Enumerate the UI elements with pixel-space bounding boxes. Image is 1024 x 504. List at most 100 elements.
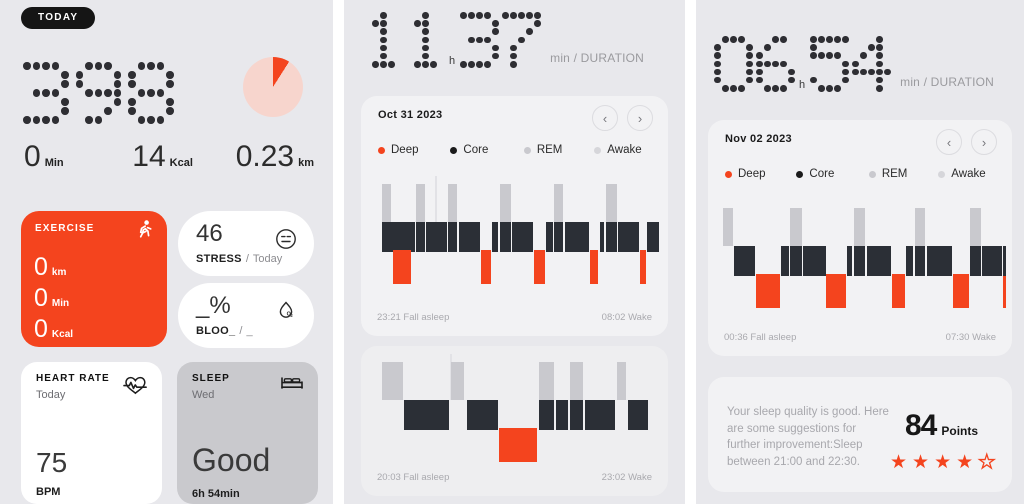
sleep-duration-a: h min / DURATION bbox=[364, 12, 644, 69]
sleep-segment-deep bbox=[393, 250, 412, 284]
stress-label-row: STRESS / Today bbox=[196, 253, 282, 265]
metric-unit: Min bbox=[51, 298, 70, 309]
sleep-segment-rem bbox=[914, 208, 926, 246]
activity-ring-chart bbox=[243, 57, 303, 117]
stress-card[interactable]: 46 STRESS / Today bbox=[178, 211, 314, 276]
sleep-segment-core bbox=[545, 222, 554, 252]
stat-value: 0 bbox=[24, 140, 41, 173]
duration-hours bbox=[364, 12, 446, 69]
sleep-duration-b: h min / DURATION bbox=[714, 36, 994, 93]
sleep-panel-a: h min / DURATION Oct 31 2023 ‹ › Deep Cor… bbox=[344, 0, 685, 504]
duration-hours-unit: h bbox=[449, 55, 456, 68]
sleep-chart-nav-b: ‹ › bbox=[936, 129, 997, 155]
blood-oxygen-sub: _ bbox=[246, 325, 253, 337]
exercise-card[interactable]: EXERCISE 0 km 0 Min 0 Kcal bbox=[21, 211, 167, 347]
stat-unit: km bbox=[298, 157, 314, 169]
hypnogram-chart-a2 bbox=[373, 354, 673, 464]
sleep-summary-unit: 6h 54min bbox=[192, 488, 240, 500]
sleep-segment-rem bbox=[554, 184, 564, 222]
sleep-segment-core bbox=[426, 222, 448, 252]
blood-oxygen-card[interactable]: _% BLOO_ / _ O 2 bbox=[178, 283, 314, 348]
sleep-segment-core bbox=[803, 246, 826, 276]
heart-rate-card[interactable]: HEART RATE Today 75 BPM bbox=[21, 362, 162, 504]
sleep-segment-core bbox=[854, 246, 865, 276]
blood-oxygen-icon: O 2 bbox=[274, 299, 298, 328]
exercise-metrics: 0 km 0 Min 0 Kcal bbox=[34, 255, 73, 348]
sleep-chart-nav-a: ‹ › bbox=[592, 105, 653, 131]
dot-digit bbox=[502, 12, 542, 69]
sleep-segment-core bbox=[564, 222, 589, 252]
sleep-segment-rem bbox=[570, 362, 583, 400]
dot-digit bbox=[852, 36, 892, 93]
blood-oxygen-separator: / bbox=[239, 325, 243, 337]
legend-item-awake: Awake bbox=[938, 168, 997, 180]
sleep-segment-core bbox=[381, 222, 392, 252]
sleep-segment-core bbox=[618, 222, 640, 252]
panel-divider bbox=[333, 0, 344, 504]
fall-asleep-label-b: 00:36 Fall asleep bbox=[724, 332, 797, 343]
sleep-segment-core bbox=[927, 246, 953, 276]
sleep-summary-title: SLEEP bbox=[192, 373, 230, 384]
today-badge[interactable]: TODAY bbox=[21, 7, 96, 29]
sleep-segment-rem bbox=[539, 362, 554, 400]
sleep-segment-deep bbox=[480, 250, 492, 284]
sleep-segment-core bbox=[391, 222, 412, 252]
sleep-segment-rem bbox=[415, 184, 425, 222]
sleep-segment-rem bbox=[790, 208, 802, 246]
sleep-segment-core bbox=[969, 246, 982, 276]
stat-value: 14 bbox=[132, 140, 166, 173]
sleep-chart-card-a2: 20:03 Fall asleep 23:02 Wake bbox=[361, 346, 668, 496]
activity-stats-row: 0 Min 14 Kcal 0.23 km bbox=[24, 140, 314, 174]
blood-oxygen-label: BLOO_ bbox=[196, 325, 236, 337]
prev-day-button[interactable]: ‹ bbox=[936, 129, 962, 155]
neutral-face-icon bbox=[274, 227, 298, 256]
bed-icon bbox=[280, 374, 304, 397]
sleep-legend-b: Deep Core REM Awake bbox=[725, 168, 997, 180]
next-day-button[interactable]: › bbox=[627, 105, 653, 131]
star-filled-icon: ★ bbox=[934, 452, 952, 473]
sleep-segment-core bbox=[846, 246, 853, 276]
sleep-segment-core bbox=[600, 222, 605, 252]
legend-item-deep: Deep bbox=[725, 168, 796, 180]
sleep-segment-core bbox=[781, 246, 790, 276]
sleep-segment-core bbox=[500, 222, 511, 252]
legend-item-core: Core bbox=[796, 168, 868, 180]
legend-label: Core bbox=[809, 168, 835, 180]
sleep-segment-core bbox=[411, 222, 415, 252]
sleep-segment-rem bbox=[606, 184, 617, 222]
stat-kcal: 14 Kcal bbox=[132, 140, 235, 174]
sleep-segment-deep bbox=[640, 250, 647, 284]
sleep-segment-rem bbox=[617, 362, 626, 400]
sleep-segment-core bbox=[914, 246, 926, 276]
sleep-segment-core bbox=[1003, 246, 1006, 276]
heart-pulse-icon bbox=[123, 374, 148, 401]
legend-label: Core bbox=[463, 144, 489, 156]
stress-label: STRESS bbox=[196, 253, 242, 265]
sleep-segment-core bbox=[556, 400, 568, 430]
metric-value: 0 bbox=[34, 315, 48, 343]
sleep-segment-core bbox=[492, 222, 499, 252]
star-empty-icon: ★ bbox=[978, 452, 996, 473]
sleep-segment-deep bbox=[891, 274, 906, 308]
stat-value: 0.23 bbox=[235, 140, 295, 173]
legend-label: Awake bbox=[951, 168, 986, 180]
dot-digit bbox=[364, 12, 404, 69]
dot-digit bbox=[75, 62, 124, 125]
star-filled-icon: ★ bbox=[912, 452, 930, 473]
sleep-segment-deep bbox=[499, 428, 537, 462]
sleep-segment-rem bbox=[448, 184, 458, 222]
sleep-panel-b: h min / DURATION Nov 02 2023 ‹ › Deep Cor… bbox=[696, 0, 1024, 504]
panel-divider-2 bbox=[685, 0, 696, 504]
sleep-summary-value: Good bbox=[192, 442, 271, 478]
exercise-card-title: EXERCISE bbox=[35, 223, 95, 234]
sleep-summary-card[interactable]: SLEEP Wed Good 6h 54min bbox=[177, 362, 318, 504]
prev-day-button[interactable]: ‹ bbox=[592, 105, 618, 131]
next-day-button[interactable]: › bbox=[971, 129, 997, 155]
exercise-metric-kcal: 0 Kcal bbox=[34, 317, 73, 342]
legend-dot bbox=[594, 146, 602, 154]
hypnogram-chart-a1 bbox=[373, 176, 673, 286]
legend-dot bbox=[450, 146, 458, 154]
metric-unit: Kcal bbox=[51, 329, 74, 340]
sleep-segment-core bbox=[415, 222, 425, 252]
exercise-metric-km: 0 km bbox=[34, 255, 73, 280]
